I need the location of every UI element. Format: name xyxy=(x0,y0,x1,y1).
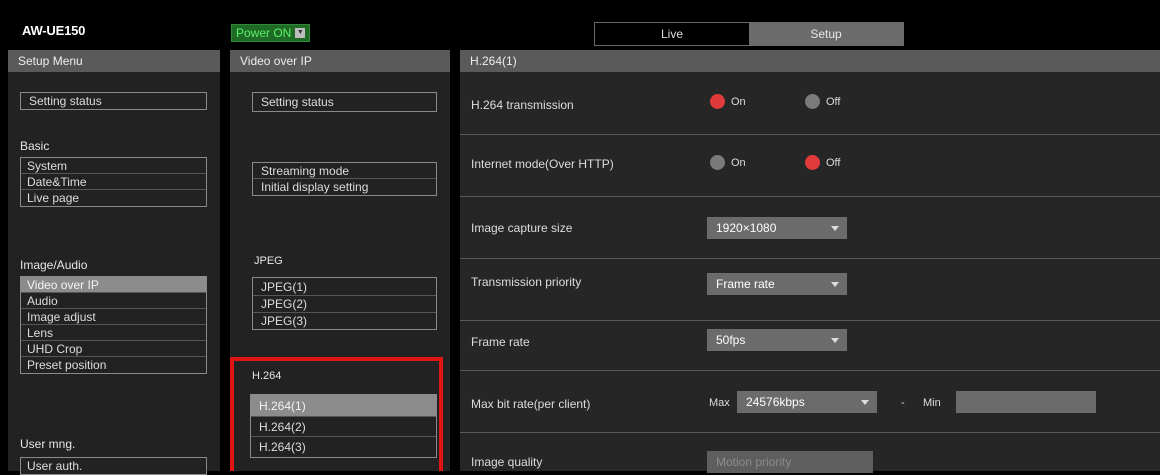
chevron-down-icon xyxy=(861,400,869,405)
menu-item-audio[interactable]: Audio xyxy=(21,293,206,309)
video-setting-status-button[interactable]: Setting status xyxy=(252,92,437,112)
internet-mode-off-radio[interactable]: Off xyxy=(805,155,840,170)
setup-menu: Setting status Basic System Date&Time Li… xyxy=(8,72,220,475)
internet-mode-label: Internet mode(Over HTTP) xyxy=(471,157,614,171)
image-audio-menu-group: Video over IP Audio Image adjust Lens UH… xyxy=(20,276,207,374)
radio-on-label: On xyxy=(731,95,746,108)
menu-item-lens[interactable]: Lens xyxy=(21,325,206,341)
tab-setup[interactable]: Setup xyxy=(749,23,903,45)
setup-menu-header: Setup Menu xyxy=(8,50,220,72)
radio-off-label: Off xyxy=(826,95,841,108)
tab-live[interactable]: Live xyxy=(595,23,749,45)
video-over-ip-header: Video over IP xyxy=(230,50,450,72)
menu-item-jpeg-2[interactable]: JPEG(2) xyxy=(253,296,436,313)
jpeg-menu-group: JPEG(1) JPEG(2) JPEG(3) xyxy=(252,277,437,330)
select-value: Frame rate xyxy=(716,277,775,291)
transmission-priority-select[interactable]: Frame rate xyxy=(707,273,847,295)
power-dropdown[interactable]: Power ON ▼ xyxy=(231,24,311,42)
select-value: 50fps xyxy=(716,333,746,347)
h264-highlight-box xyxy=(230,357,443,471)
frame-rate-label: Frame rate xyxy=(471,335,530,349)
h264-transmission-on-radio[interactable]: On xyxy=(710,94,746,109)
jpeg-section-title: JPEG xyxy=(254,255,283,267)
max-label: Max xyxy=(709,397,730,409)
max-bit-rate-select[interactable]: 24576kbps xyxy=(737,391,877,413)
frame-rate-select[interactable]: 50fps xyxy=(707,329,847,351)
power-label: Power ON xyxy=(236,26,292,40)
h264-transmission-off-radio[interactable]: Off xyxy=(805,94,840,109)
chevron-down-icon xyxy=(831,226,839,231)
chevron-down-icon xyxy=(831,282,839,287)
image-capture-size-select[interactable]: 1920×1080 xyxy=(707,217,847,239)
frame-rate-row: Frame rate 50fps xyxy=(460,321,1160,371)
image-capture-size-row: Image capture size 1920×1080 xyxy=(460,197,1160,259)
view-tabs: Live Setup xyxy=(594,22,904,46)
menu-item-live-page[interactable]: Live page xyxy=(21,190,206,206)
basic-menu-group: System Date&Time Live page xyxy=(20,157,207,207)
internet-mode-on-radio[interactable]: On xyxy=(710,155,746,170)
h264-transmission-row: H.264 transmission On Off xyxy=(460,72,1160,135)
menu-item-initial-display-setting[interactable]: Initial display setting xyxy=(253,179,436,195)
radio-off-label: Off xyxy=(826,156,841,169)
menu-item-jpeg-1[interactable]: JPEG(1) xyxy=(253,278,436,296)
image-quality-label: Image quality xyxy=(471,455,543,469)
menu-item-system[interactable]: System xyxy=(21,158,206,174)
transmission-priority-row: Transmission priority Frame rate xyxy=(460,259,1160,321)
menu-item-jpeg-3[interactable]: JPEG(3) xyxy=(253,313,436,329)
radio-selected-icon xyxy=(710,94,725,109)
app-window: AW-UE150 Power ON ▼ Live Setup Setup Men… xyxy=(0,0,1160,475)
select-value: 24576kbps xyxy=(746,395,805,409)
top-bar: AW-UE150 Power ON ▼ Live Setup xyxy=(0,0,1160,46)
image-quality-row: Image quality Motion priority xyxy=(460,433,1160,473)
menu-item-video-over-ip[interactable]: Video over IP xyxy=(21,277,206,293)
radio-selected-icon xyxy=(805,155,820,170)
select-value: Motion priority xyxy=(716,455,792,469)
min-bit-rate-select[interactable] xyxy=(956,391,1096,413)
menu-item-uhd-crop[interactable]: UHD Crop xyxy=(21,341,206,357)
range-dash: - xyxy=(901,397,905,409)
select-value: 1920×1080 xyxy=(716,221,777,235)
menu-item-streaming-mode[interactable]: Streaming mode xyxy=(253,163,436,179)
internet-mode-row: Internet mode(Over HTTP) On Off xyxy=(460,135,1160,197)
menu-item-preset-position[interactable]: Preset position xyxy=(21,357,206,373)
h264-panel-header: H.264(1) xyxy=(460,50,1160,72)
chevron-down-icon xyxy=(831,338,839,343)
menu-item-image-adjust[interactable]: Image adjust xyxy=(21,309,206,325)
transmission-priority-label: Transmission priority xyxy=(471,275,582,289)
model-name: AW-UE150 xyxy=(22,23,86,38)
user-mng-menu-group: User auth. xyxy=(20,457,207,475)
radio-on-label: On xyxy=(731,156,746,169)
image-capture-size-label: Image capture size xyxy=(471,221,573,235)
radio-unselected-icon xyxy=(710,155,725,170)
max-bit-rate-label: Max bit rate(per client) xyxy=(471,397,591,411)
max-bit-rate-row: Max bit rate(per client) Max 24576kbps -… xyxy=(460,371,1160,433)
h264-transmission-label: H.264 transmission xyxy=(471,98,574,112)
setting-status-button[interactable]: Setting status xyxy=(20,92,207,110)
chevron-down-icon: ▼ xyxy=(295,28,306,38)
menu-item-user-auth[interactable]: User auth. xyxy=(21,458,206,474)
user-mng-section-title: User mng. xyxy=(20,437,76,451)
basic-section-title: Basic xyxy=(20,139,50,153)
streaming-menu-group: Streaming mode Initial display setting xyxy=(252,162,437,196)
image-quality-select[interactable]: Motion priority xyxy=(707,451,873,473)
image-audio-section-title: Image/Audio xyxy=(20,258,88,272)
radio-unselected-icon xyxy=(805,94,820,109)
min-label: Min xyxy=(923,397,941,409)
menu-item-date-time[interactable]: Date&Time xyxy=(21,174,206,190)
